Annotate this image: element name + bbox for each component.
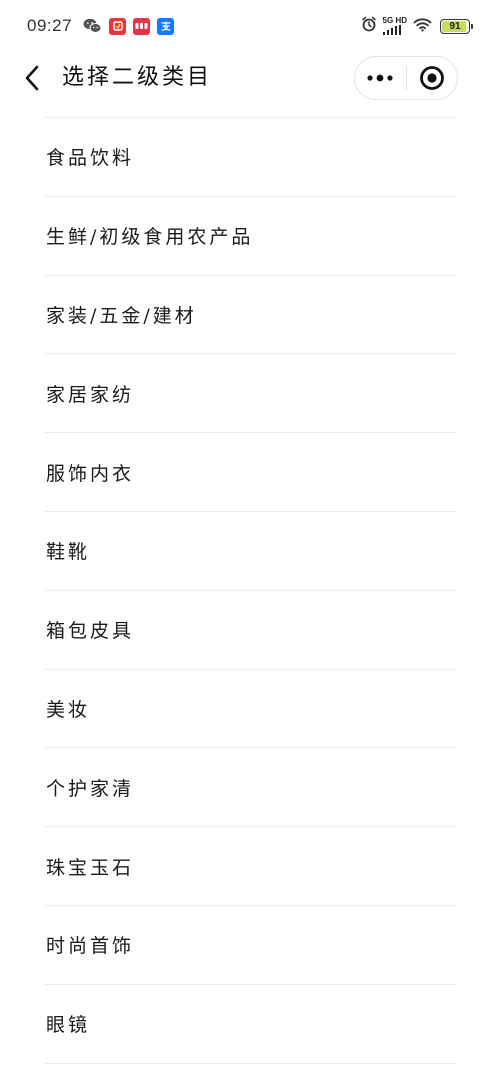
category-item-label: 家居家纺 (46, 383, 135, 406)
back-button[interactable] (12, 58, 52, 98)
category-item[interactable]: 美妆 (44, 670, 456, 749)
category-item-label: 鞋靴 (46, 541, 91, 564)
category-item[interactable]: 个护家清 (44, 748, 456, 828)
category-item-label: 生鲜/初级食用农产品 (46, 226, 254, 249)
chevron-left-icon (25, 65, 39, 91)
status-bar-left: 09:27 (27, 16, 175, 36)
close-mini-program-button[interactable] (407, 57, 458, 99)
category-item[interactable]: 家居家纺 (44, 354, 456, 434)
wechat-icon (83, 18, 102, 34)
category-item[interactable]: 生鲜/初级食用农产品 (44, 197, 456, 276)
more-dots-icon (367, 74, 393, 82)
category-item-label: 眼镜 (46, 1014, 91, 1037)
category-item[interactable]: 鞋靴 (44, 512, 456, 591)
category-item-label: 家装/五金/建材 (46, 304, 197, 327)
battery-icon: 91 (440, 18, 473, 34)
category-item[interactable]: 箱包皮具 (44, 591, 456, 670)
network-type-label: 5G HD (382, 16, 407, 25)
status-bar: 09:27 5G HD 91 (0, 0, 500, 52)
status-bar-right: 5G HD 91 (361, 16, 473, 36)
category-item[interactable]: 服饰内衣 (44, 433, 456, 512)
category-item[interactable]: 家装/五金/建材 (44, 276, 456, 355)
category-item[interactable]: 眼镜 (44, 985, 456, 1064)
blue-app-icon (157, 17, 175, 35)
category-list: 食品饮料生鲜/初级食用农产品 家装/五金/建材 家居家纺服饰内衣鞋靴箱包皮具美妆个护… (0, 118, 500, 1064)
battery-level: 91 (449, 20, 461, 32)
red-app-icon-2 (133, 17, 151, 35)
status-time: 09:27 (27, 16, 73, 35)
wifi-icon (413, 17, 432, 36)
signal-icon: 5G HD (382, 16, 407, 35)
target-circle-icon (419, 66, 444, 90)
category-item[interactable]: 食品饮料 (44, 118, 456, 197)
category-list-inner: 食品饮料生鲜/初级食用农产品 家装/五金/建材 家居家纺服饰内衣鞋靴箱包皮具美妆个护… (44, 118, 456, 1064)
navigation-bar: 选择二级类目 (0, 52, 500, 104)
category-item-label: 服饰内衣 (46, 462, 135, 485)
category-item-label: 个护家清 (46, 777, 135, 800)
category-item-label: 珠宝玉石 (46, 856, 135, 879)
more-button[interactable] (355, 57, 406, 99)
alarm-icon (361, 16, 377, 36)
category-item-label: 食品饮料 (46, 147, 135, 170)
category-item[interactable]: 时尚首饰 (44, 906, 456, 985)
category-item[interactable]: 珠宝玉石 (44, 827, 456, 906)
category-item-label: 箱包皮具 (46, 620, 135, 643)
category-item-label: 美妆 (46, 698, 91, 721)
mini-program-capsule (354, 56, 458, 100)
page-title: 选择二级类目 (62, 65, 213, 90)
category-item-label: 时尚首饰 (46, 935, 135, 958)
red-app-icon (109, 17, 127, 35)
